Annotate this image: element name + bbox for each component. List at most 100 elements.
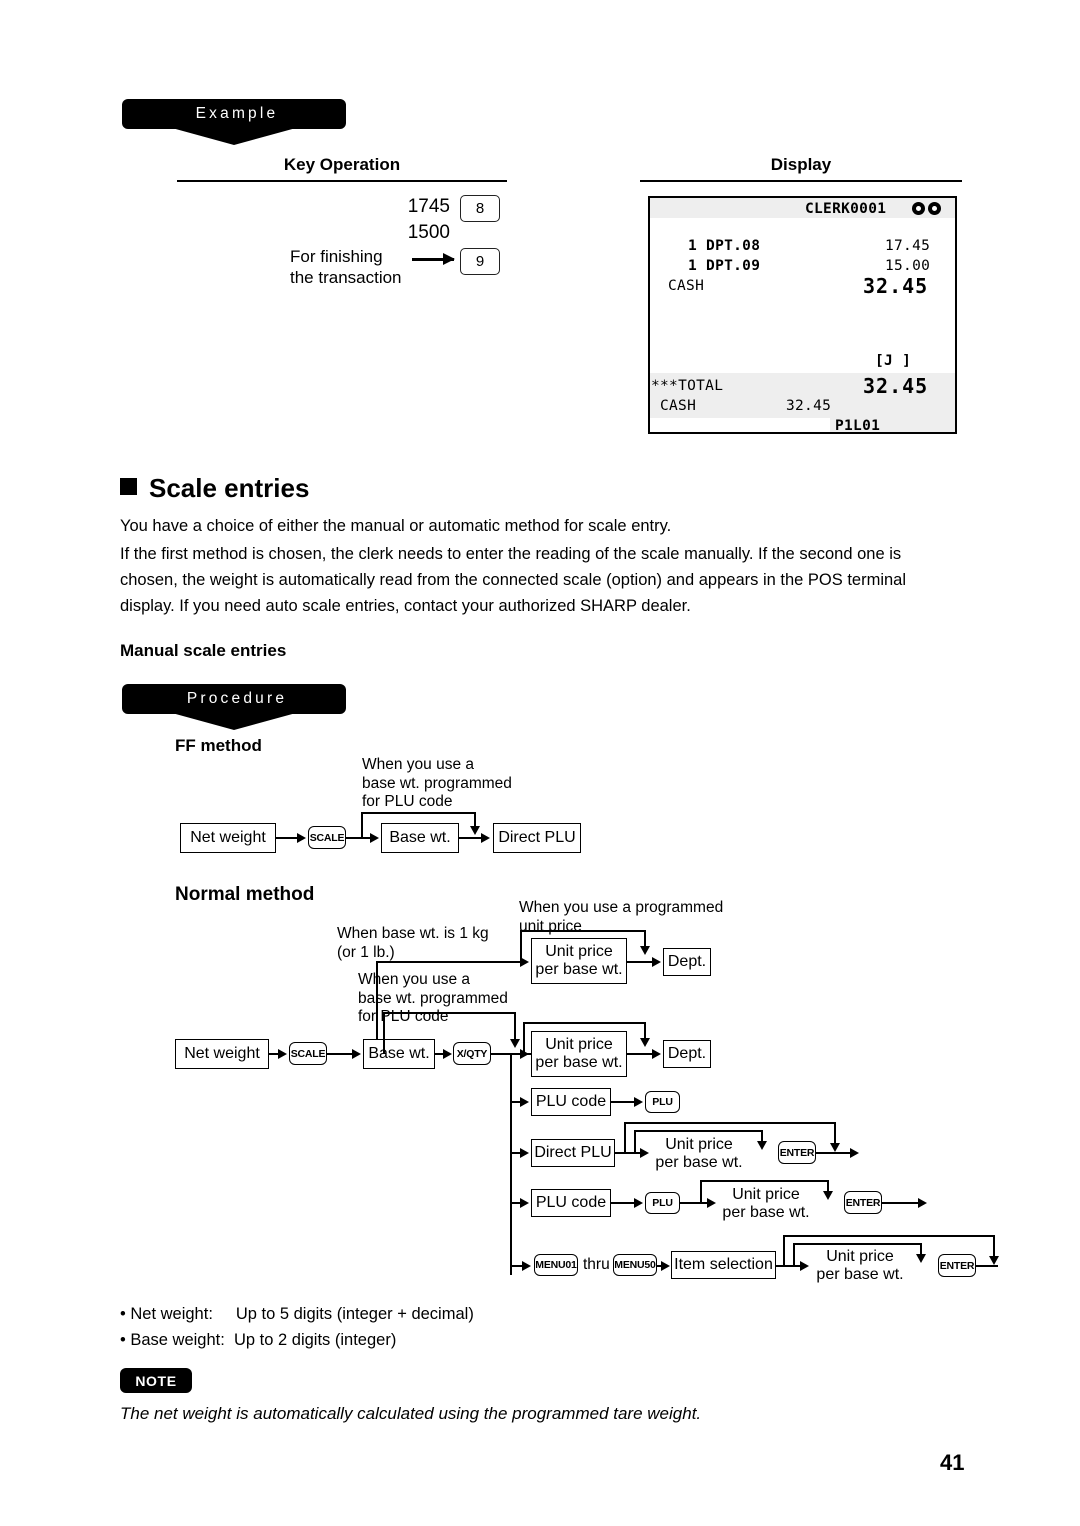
ff-bypass-arrow-down bbox=[470, 826, 480, 835]
normal-d-outer-hline bbox=[624, 1122, 835, 1124]
normal-arrow-plu-code-1-to-key bbox=[634, 1097, 643, 1107]
pos-line-2-amount: 15.00 bbox=[885, 258, 931, 274]
normal-label-plu-l2: base wt. programmed bbox=[358, 989, 508, 1007]
example-banner-label: Example bbox=[195, 105, 279, 122]
example-banner: Example bbox=[122, 99, 346, 129]
normal-top-bypass-vline-left bbox=[520, 930, 522, 962]
spec-bullet-net-weight: • Net weight: Up to 5 digits (integer + … bbox=[120, 1305, 474, 1323]
key-operation-rule bbox=[177, 180, 507, 182]
pos-line-3-desc: CASH bbox=[668, 278, 705, 294]
pos-total-label: ***TOTAL bbox=[651, 378, 724, 394]
normal-key-xqty[interactable]: X/QTY bbox=[453, 1042, 491, 1065]
pos-status-dot-2 bbox=[928, 202, 941, 215]
normal-e-bypass-arrow-down bbox=[823, 1191, 833, 1200]
pos-header-row bbox=[650, 198, 955, 218]
ff-key-scale[interactable]: SCALE bbox=[308, 826, 346, 849]
normal-key-menu01[interactable]: MENU01 bbox=[534, 1254, 578, 1276]
ff-line-scale-to-base bbox=[346, 837, 371, 839]
normal-f-outer-vline-left bbox=[783, 1235, 785, 1266]
normal-text-unit-price-d: Unit price per base wt. bbox=[651, 1136, 747, 1172]
page-number: 41 bbox=[940, 1450, 965, 1475]
normal-unit-price-d-l2: per base wt. bbox=[655, 1153, 743, 1171]
normal-key-menu50[interactable]: MENU50 bbox=[613, 1254, 657, 1276]
normal-key-plu-2[interactable]: PLU bbox=[645, 1192, 680, 1214]
bullet-square-icon bbox=[120, 478, 137, 495]
key-op-finish-label: For finishing the transaction bbox=[290, 247, 450, 288]
paragraph-2-line-2: chosen, the weight is automatically read… bbox=[120, 571, 907, 589]
normal-arrow-unit-price-main-to-dept bbox=[652, 1049, 661, 1059]
key-op-finish-label-line2: the transaction bbox=[290, 267, 402, 287]
ff-method-note: When you use a base wt. programmed for P… bbox=[362, 756, 512, 812]
normal-arrow-spine-to-direct-plu bbox=[520, 1148, 529, 1158]
ff-arrow-scale-to-base bbox=[370, 833, 379, 843]
normal-d-outer-arrow-down bbox=[830, 1143, 840, 1152]
ff-note-line-3: for PLU code bbox=[362, 793, 453, 811]
normal-line-unit-price-top-to-dept bbox=[627, 961, 654, 963]
normal-unit-price-main-l2: per base wt. bbox=[535, 1054, 623, 1071]
normal-key-enter-f[interactable]: ENTER bbox=[938, 1254, 976, 1277]
key-operation-header: Key Operation bbox=[283, 155, 401, 174]
normal-main-bypass-hline bbox=[523, 1022, 645, 1024]
normal-e-bypass-vline-left bbox=[700, 1180, 702, 1203]
normal-key-enter-d[interactable]: ENTER bbox=[778, 1141, 816, 1164]
key-op-keycap-8[interactable]: 8 bbox=[460, 195, 500, 222]
key-op-keycap-8-label: 8 bbox=[475, 200, 485, 217]
normal-node-net-weight: Net weight bbox=[175, 1039, 269, 1069]
normal-f-outer-hline bbox=[783, 1235, 994, 1237]
normal-unit-price-top-l1: Unit price bbox=[545, 943, 613, 961]
pos-total-amount: 32.45 bbox=[863, 374, 929, 398]
ff-arrow-base-to-plu bbox=[481, 833, 490, 843]
normal-unit-price-f-l1: Unit price bbox=[826, 1248, 894, 1265]
normal-node-direct-plu: Direct PLU bbox=[531, 1139, 615, 1167]
normal-method-title: Normal method bbox=[175, 884, 315, 905]
normal-main-bypass-vline-left bbox=[523, 1022, 525, 1054]
key-op-arrow bbox=[412, 258, 454, 261]
manual-scale-entries-subheading: Manual scale entries bbox=[120, 641, 287, 660]
normal-d-inner-arrow-down bbox=[757, 1141, 767, 1150]
normal-arrow-enter-e-out bbox=[918, 1198, 927, 1208]
normal-label-base-wt-plu: When you use a base wt. programmed for P… bbox=[358, 971, 508, 1027]
normal-node-item-selection: Item selection bbox=[671, 1251, 776, 1279]
pos-status-dot-1 bbox=[912, 202, 925, 215]
normal-f-inner-vline-left bbox=[793, 1243, 795, 1266]
ff-line-net-to-scale bbox=[276, 837, 299, 839]
normal-top-bypass-hline bbox=[520, 930, 645, 932]
normal-arrow-spine-to-plu-code-1 bbox=[520, 1097, 529, 1107]
key-op-amount-1: 1745 bbox=[407, 196, 450, 217]
ff-arrow-net-to-scale bbox=[297, 833, 306, 843]
display-rule bbox=[640, 180, 962, 182]
normal-f-inner-hline bbox=[793, 1243, 921, 1245]
note-text: The net weight is automatically calculat… bbox=[120, 1404, 702, 1423]
normal-label-thru: thru bbox=[583, 1256, 610, 1273]
normal-key-enter-e[interactable]: ENTER bbox=[844, 1191, 882, 1214]
key-op-amount-2: 1500 bbox=[407, 222, 450, 243]
normal-arrow-scale-to-base bbox=[352, 1049, 361, 1059]
normal-node-base-wt: Base wt. bbox=[363, 1039, 435, 1069]
normal-arrow-direct-plu-to-unit-price bbox=[640, 1148, 649, 1158]
spec-bullet-base-weight: • Base weight: Up to 2 digits (integer) bbox=[120, 1331, 397, 1349]
normal-f-inner-arrow-down bbox=[916, 1254, 926, 1263]
normal-label-plu-l1: When you use a bbox=[358, 971, 471, 988]
normal-label-unit-price-l1: When you use a programmed bbox=[519, 899, 724, 916]
normal-arrow-spine-to-menu01 bbox=[522, 1261, 531, 1271]
normal-line-direct-plu-out bbox=[615, 1152, 643, 1154]
normal-label-1kg-l1: When base wt. is 1 kg bbox=[337, 925, 489, 942]
normal-line-scale-to-base bbox=[327, 1053, 353, 1055]
page-title-text: Scale entries bbox=[149, 473, 310, 503]
key-op-keycap-9[interactable]: 9 bbox=[460, 248, 500, 275]
normal-d-outer-vline-left bbox=[624, 1122, 626, 1153]
normal-key-scale[interactable]: SCALE bbox=[289, 1042, 327, 1065]
normal-node-plu-code-2: PLU code bbox=[531, 1189, 611, 1217]
normal-unit-price-e-l2: per base wt. bbox=[722, 1203, 810, 1221]
pos-clerk-id: CLERK0001 bbox=[805, 201, 887, 217]
ff-node-net-weight: Net weight bbox=[180, 823, 276, 853]
normal-unit-price-top-l2: per base wt. bbox=[535, 961, 623, 978]
normal-main-bypass-arrow-down bbox=[640, 1038, 650, 1047]
normal-unit-price-main-l1: Unit price bbox=[545, 1036, 613, 1054]
ff-line-base-to-plu bbox=[459, 837, 482, 839]
normal-line-plu-branch-top bbox=[383, 1012, 515, 1014]
normal-node-plu-code-1: PLU code bbox=[531, 1088, 611, 1116]
note-badge: NOTE bbox=[120, 1368, 192, 1393]
normal-arrow-base-to-xqty bbox=[443, 1049, 452, 1059]
normal-key-plu-1[interactable]: PLU bbox=[645, 1091, 680, 1113]
